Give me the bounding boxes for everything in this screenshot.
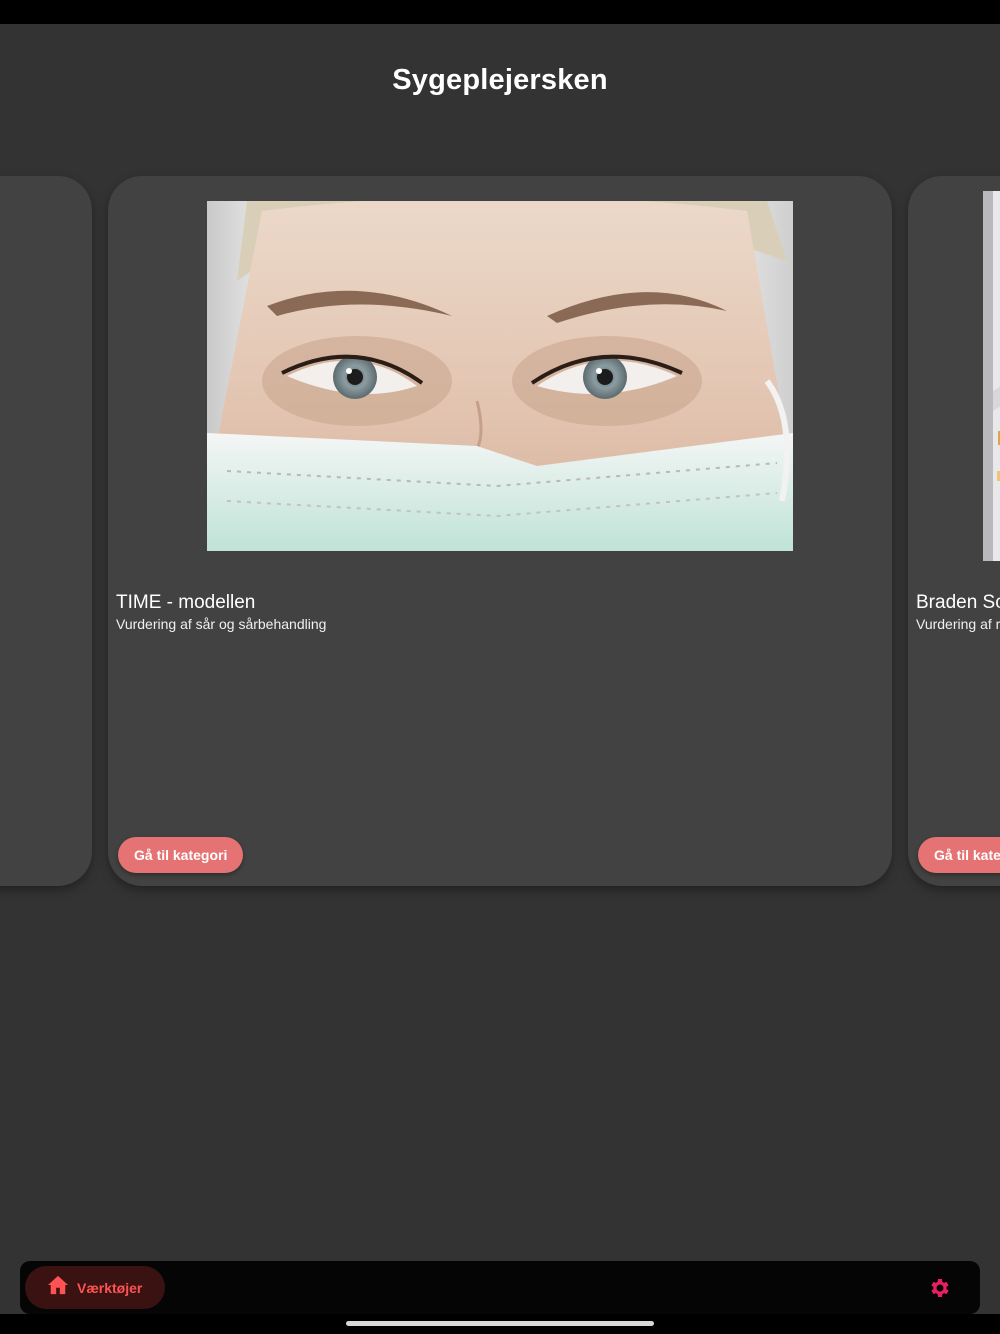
go-to-category-button[interactable]: Gå til kategori <box>118 837 244 873</box>
nav-item-label: Værktøjer <box>77 1279 143 1296</box>
carousel-card-next[interactable]: Braden Sc Vurdering af r Gå til kateg <box>908 176 1000 886</box>
home-icon <box>47 1275 69 1300</box>
home-indicator <box>346 1321 654 1326</box>
card-subtitle: Vurdering af sår og sårbehandling <box>116 616 327 632</box>
nurse-mask-image <box>207 201 793 551</box>
gear-icon[interactable] <box>928 1276 952 1300</box>
card-subtitle: Vurdering af r <box>916 616 1000 632</box>
card-title: Braden Sc <box>916 592 1000 613</box>
status-bar <box>0 0 1000 24</box>
carousel-card[interactable]: TIME - modellen Vurdering af sår og sårb… <box>108 176 892 886</box>
bottom-navigation: Værktøjer <box>20 1261 980 1314</box>
carousel-card-previous[interactable] <box>0 176 92 886</box>
nav-item-tools[interactable]: Værktøjer <box>25 1266 165 1309</box>
app-screen: Sygeplejersken TIME - modellen Vurdering… <box>0 24 1000 1314</box>
braden-scale-image <box>983 191 1000 561</box>
nurse-face-illustration <box>207 201 793 551</box>
card-title: TIME - modellen <box>116 592 256 613</box>
go-to-category-button[interactable]: Gå til kateg <box>918 837 1000 873</box>
page-title: Sygeplejersken <box>392 64 608 96</box>
card-image-partial <box>983 191 1000 561</box>
